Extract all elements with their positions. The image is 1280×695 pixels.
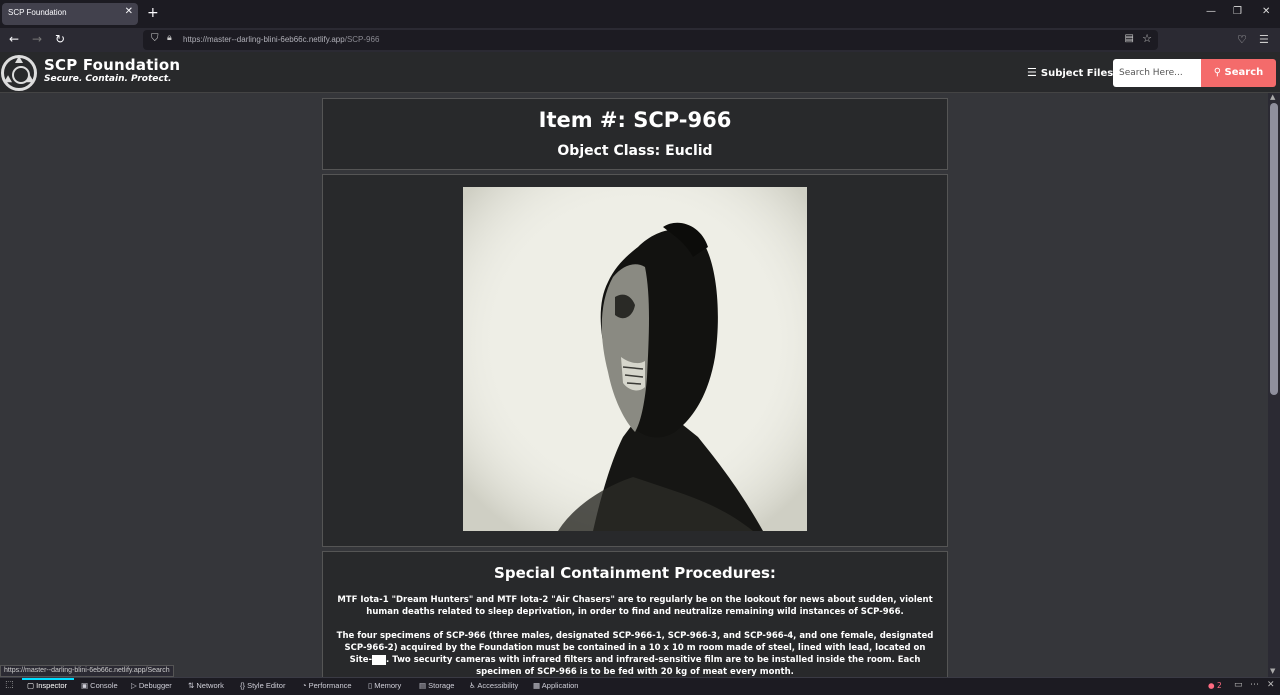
devtools-tab-storage[interactable]: ▤ Storage [419, 681, 454, 690]
close-devtools-icon[interactable]: ✕ [1267, 680, 1275, 690]
url-bar[interactable]: ⛉ 🔒︎ https://master--darling-blini-6eb66… [143, 30, 1158, 50]
devtools-tab-label: Application [541, 681, 579, 690]
scroll-down-icon[interactable]: ▼ [1270, 667, 1275, 675]
error-count: 2 [1216, 681, 1222, 690]
title-card: Item #: SCP-966 Object Class: Euclid [322, 98, 948, 170]
back-icon[interactable]: ← [9, 32, 19, 46]
scroll-thumb[interactable] [1270, 103, 1278, 395]
browser-tabstrip: SCP Foundation ✕ + — ❐ ✕ [0, 0, 1280, 28]
search-icon: ⚲ [1213, 67, 1222, 78]
devtools-tab-inspector[interactable]: ▢ Inspector [27, 681, 67, 690]
devtools-tab-memory[interactable]: ▯ Memory [368, 681, 401, 690]
devtools-tab-label: Memory [374, 681, 402, 690]
minimize-icon[interactable]: — [1206, 6, 1216, 17]
devtools-tab-label: Console [90, 681, 118, 690]
paragraph-1: MTF Iota-1 "Dream Hunters" and MTF Iota-… [337, 595, 933, 617]
bookmark-star-icon[interactable]: ☆ [1142, 32, 1152, 45]
site-header: SCP Foundation Secure. Contain. Protect.… [0, 52, 1280, 93]
scp-logo-icon[interactable] [1, 55, 37, 91]
section-title: Special Containment Procedures: [494, 564, 776, 582]
active-tab-indicator [22, 678, 74, 680]
paragraph-2-part-b: . Two security cameras with infrared fil… [386, 655, 921, 677]
object-class: Object Class: Euclid [557, 143, 713, 159]
devtools-tab-label: Debugger [138, 681, 172, 690]
search-input[interactable] [1113, 59, 1201, 87]
reader-view-icon[interactable]: ▤ [1125, 33, 1134, 44]
devtools-tab-label: Performance [308, 681, 352, 690]
logo-arrow-icon [25, 75, 37, 86]
shield-icon[interactable]: ⛉ [151, 33, 159, 44]
dock-icon[interactable]: ▭ [1234, 680, 1243, 690]
search-button-label: Search [1224, 67, 1264, 78]
url-path: /SCP-966 [344, 35, 380, 44]
menu-icon[interactable]: ☰ [1259, 33, 1269, 46]
logo-arrow-icon [15, 56, 23, 63]
devtools-tab-performance[interactable]: ◔ Performance [302, 681, 352, 690]
logo-arrow-icon [1, 75, 13, 86]
paragraph-2: The four specimens of SCP-966 (three mal… [335, 630, 935, 677]
search-button[interactable]: ⚲ Search [1201, 59, 1276, 87]
main-content: Item #: SCP-966 Object Class: Euclid Spe… [0, 93, 1268, 677]
image-card [322, 174, 948, 547]
reload-icon[interactable]: ↻ [55, 32, 65, 46]
browser-tab[interactable]: SCP Foundation ✕ [2, 3, 138, 25]
page-scrollbar[interactable]: ▲ ▼ [1268, 93, 1280, 677]
brand-title[interactable]: SCP Foundation [44, 56, 180, 74]
error-count-badge[interactable]: ● 2 [1208, 681, 1222, 690]
close-tab-icon[interactable]: ✕ [125, 6, 133, 17]
pick-element-icon[interactable]: ⬚ [5, 680, 14, 690]
devtools-tab-console[interactable]: ▣ Console [81, 681, 118, 690]
devtools-tab-debugger[interactable]: ▷ Debugger [131, 681, 172, 690]
restore-icon[interactable]: ❐ [1233, 6, 1242, 17]
devtools-tab-accessibility[interactable]: ♿︎ Accessibility [469, 681, 518, 690]
tab-title: SCP Foundation [8, 8, 67, 17]
redacted-block [372, 654, 387, 665]
url-text[interactable]: https://master--darling-blini-6eb66c.net… [183, 35, 379, 44]
scroll-up-icon[interactable]: ▲ [1270, 93, 1275, 101]
close-window-icon[interactable]: ✕ [1262, 6, 1270, 17]
devtools-tab-label: Inspector [36, 681, 68, 690]
devtools-tab-style-editor[interactable]: {} Style Editor [240, 681, 285, 690]
devtools-toolbar: ⬚ ▢ Inspector ▣ Console ▷ Debugger ⇅ Net… [0, 677, 1280, 695]
more-options-icon[interactable]: ⋯ [1250, 680, 1259, 690]
devtools-tab-application[interactable]: ▦ Application [533, 681, 578, 690]
brand-slogan: Secure. Contain. Protect. [44, 74, 172, 84]
procedures-card: Special Containment Procedures: MTF Iota… [322, 551, 948, 677]
devtools-tab-label: Network [196, 681, 224, 690]
subject-files-label: Subject Files [1040, 68, 1114, 79]
scp-966-image [463, 187, 807, 531]
pocket-icon[interactable]: ♡ [1237, 33, 1247, 46]
lock-icon[interactable]: 🔒︎ [167, 33, 172, 43]
item-title: Item #: SCP-966 [538, 108, 732, 132]
devtools-tab-label: Storage [428, 681, 455, 690]
devtools-tab-label: Accessibility [477, 681, 519, 690]
new-tab-icon[interactable]: + [147, 5, 159, 21]
status-link: https://master--darling-blini-6eb66c.net… [0, 665, 174, 677]
list-icon: ☰ [1027, 66, 1037, 79]
devtools-tab-network[interactable]: ⇅ Network [188, 681, 224, 690]
subject-files-link[interactable]: ☰ Subject Files [1027, 66, 1113, 79]
devtools-tab-label: Style Editor [247, 681, 286, 690]
browser-navbar: ← → ↻ ⛉ 🔒︎ https://master--darling-blini… [0, 28, 1280, 52]
creature-illustration [463, 187, 807, 531]
url-origin: https://master--darling-blini-6eb66c.net… [183, 35, 345, 44]
forward-icon[interactable]: → [32, 32, 42, 46]
